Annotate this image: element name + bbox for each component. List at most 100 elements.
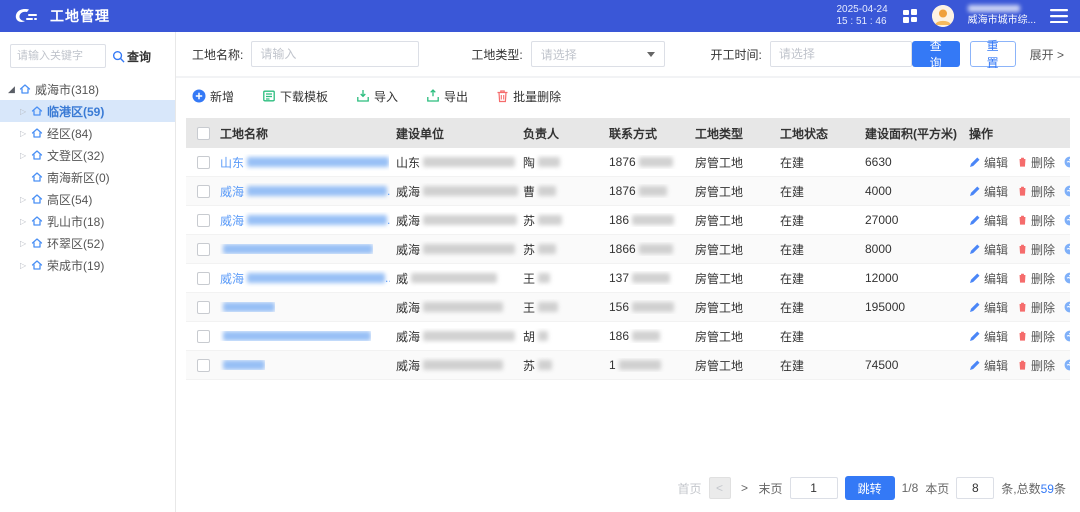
delete-icon [1017, 214, 1028, 226]
house-icon [31, 237, 43, 249]
row-checkbox[interactable] [197, 301, 210, 314]
site-name-link[interactable]: 山东 [220, 154, 389, 171]
site-name-link[interactable]: 威海... [220, 183, 390, 200]
dust-action[interactable]: 扬尘 [1064, 328, 1070, 345]
reset-button[interactable]: 重置 [970, 41, 1016, 67]
site-type-select[interactable]: 请选择 [531, 41, 665, 67]
edit-action[interactable]: 编辑 [969, 183, 1008, 200]
dust-action[interactable]: 扬尘 [1064, 299, 1070, 316]
delete-action[interactable]: 删除 [1017, 183, 1055, 200]
row-actions: 编辑删除扬尘 [969, 328, 1070, 345]
dust-action[interactable]: 扬尘 [1064, 154, 1070, 171]
edit-action[interactable]: 编辑 [969, 328, 1008, 345]
tree-caret-icon[interactable]: ▷ [20, 261, 31, 270]
search-button[interactable]: 查询 [912, 41, 960, 67]
keyword-search-input[interactable] [10, 44, 106, 68]
jump-button[interactable]: 跳转 [845, 476, 895, 500]
page-size-input[interactable] [956, 477, 994, 499]
build-unit-cell: 威海 [396, 328, 523, 345]
tree-item[interactable]: ▷ 临港区(59) [0, 100, 175, 122]
site-name-link[interactable] [220, 244, 373, 254]
toolbar-download-template[interactable]: 下载模板 [262, 88, 328, 105]
row-checkbox[interactable] [197, 272, 210, 285]
tree-item[interactable]: ▷ 乳山市(18) [0, 210, 175, 232]
row-checkbox[interactable] [197, 185, 210, 198]
dust-action[interactable]: 扬尘 [1064, 183, 1070, 200]
tree-caret-icon[interactable]: ▷ [20, 239, 31, 248]
delete-action[interactable]: 删除 [1017, 270, 1055, 287]
tree-item[interactable]: ▷ 文登区(32) [0, 144, 175, 166]
tree-caret-icon[interactable]: ◢ [8, 84, 19, 95]
sidebar-search-button[interactable]: 查询 [112, 48, 151, 65]
dust-action[interactable]: 扬尘 [1064, 357, 1070, 374]
delete-icon [1017, 359, 1028, 371]
delete-action[interactable]: 删除 [1017, 241, 1055, 258]
row-actions: 编辑删除扬尘 [969, 241, 1070, 258]
first-page-link: 首页 [678, 480, 702, 497]
site-name-link[interactable]: 威海... [220, 212, 390, 229]
page-number-input[interactable] [790, 477, 838, 499]
row-checkbox[interactable] [197, 156, 210, 169]
hamburger-menu-icon[interactable] [1050, 9, 1068, 23]
edit-icon [969, 214, 981, 226]
toolbar-batch-delete[interactable]: 批量删除 [496, 88, 561, 105]
toolbar-import[interactable]: 导入 [356, 88, 398, 105]
dust-action[interactable]: 扬尘 [1064, 212, 1070, 229]
delete-action[interactable]: 删除 [1017, 212, 1055, 229]
user-avatar[interactable] [932, 5, 954, 27]
edit-action[interactable]: 编辑 [969, 299, 1008, 316]
edit-action[interactable]: 编辑 [969, 270, 1008, 287]
build-unit-cell: 威海 [396, 357, 523, 374]
select-all-checkbox[interactable] [197, 127, 210, 140]
expand-link[interactable]: 展开 > [1030, 46, 1064, 63]
tree-item[interactable]: ▷ 高区(54) [0, 188, 175, 210]
toolbar-plus-circle[interactable]: 新增 [192, 88, 234, 105]
edit-action[interactable]: 编辑 [969, 154, 1008, 171]
delete-action[interactable]: 删除 [1017, 328, 1055, 345]
start-time-input[interactable] [771, 42, 912, 66]
dust-action[interactable]: 扬尘 [1064, 270, 1070, 287]
dust-icon [1064, 272, 1070, 284]
tree-caret-icon[interactable]: ▷ [20, 151, 31, 160]
dust-icon [1064, 359, 1070, 371]
house-icon [31, 127, 43, 139]
col-build-unit: 建设单位 [396, 118, 523, 148]
export-icon [426, 89, 440, 103]
edit-icon [969, 359, 981, 371]
tree-item[interactable]: ◢ 威海市(318) [0, 78, 175, 100]
grid-apps-icon[interactable] [902, 8, 918, 24]
edit-action[interactable]: 编辑 [969, 241, 1008, 258]
site-name-link[interactable] [220, 360, 265, 370]
site-name-link[interactable] [220, 331, 371, 341]
tree-item-label: 经区(84) [47, 125, 92, 142]
tree-caret-icon[interactable]: ▷ [20, 217, 31, 226]
tree-item[interactable]: ▷ 荣成市(19) [0, 254, 175, 276]
tree-caret-icon[interactable]: ▷ [20, 129, 31, 138]
toolbar-export[interactable]: 导出 [426, 88, 468, 105]
delete-action[interactable]: 删除 [1017, 154, 1055, 171]
tree-caret-icon[interactable]: ▷ [20, 107, 31, 116]
row-checkbox[interactable] [197, 214, 210, 227]
edit-action[interactable]: 编辑 [969, 212, 1008, 229]
tree-item[interactable]: ▷ 环翠区(52) [0, 232, 175, 254]
row-checkbox[interactable] [197, 359, 210, 372]
delete-action[interactable]: 删除 [1017, 357, 1055, 374]
edit-action[interactable]: 编辑 [969, 357, 1008, 374]
dust-action[interactable]: 扬尘 [1064, 241, 1070, 258]
next-page-button[interactable]: > [738, 481, 752, 495]
site-name-link[interactable] [220, 302, 275, 312]
row-checkbox[interactable] [197, 330, 210, 343]
site-name-input[interactable] [251, 41, 419, 67]
start-time-picker[interactable] [770, 41, 912, 67]
user-info[interactable]: 威海市城市综... [968, 5, 1036, 27]
tree-item[interactable]: 南海新区(0) [0, 166, 175, 188]
site-name-link[interactable]: 威海... [220, 270, 390, 287]
tree-caret-icon[interactable]: ▷ [20, 195, 31, 204]
build-unit-cell: 威海 [396, 183, 523, 200]
delete-action[interactable]: 删除 [1017, 299, 1055, 316]
last-page-link[interactable]: 末页 [759, 480, 783, 497]
tree-item[interactable]: ▷ 经区(84) [0, 122, 175, 144]
row-checkbox[interactable] [197, 243, 210, 256]
row-actions: 编辑删除扬尘 [969, 299, 1070, 316]
person-cell: 苏 [523, 357, 609, 374]
